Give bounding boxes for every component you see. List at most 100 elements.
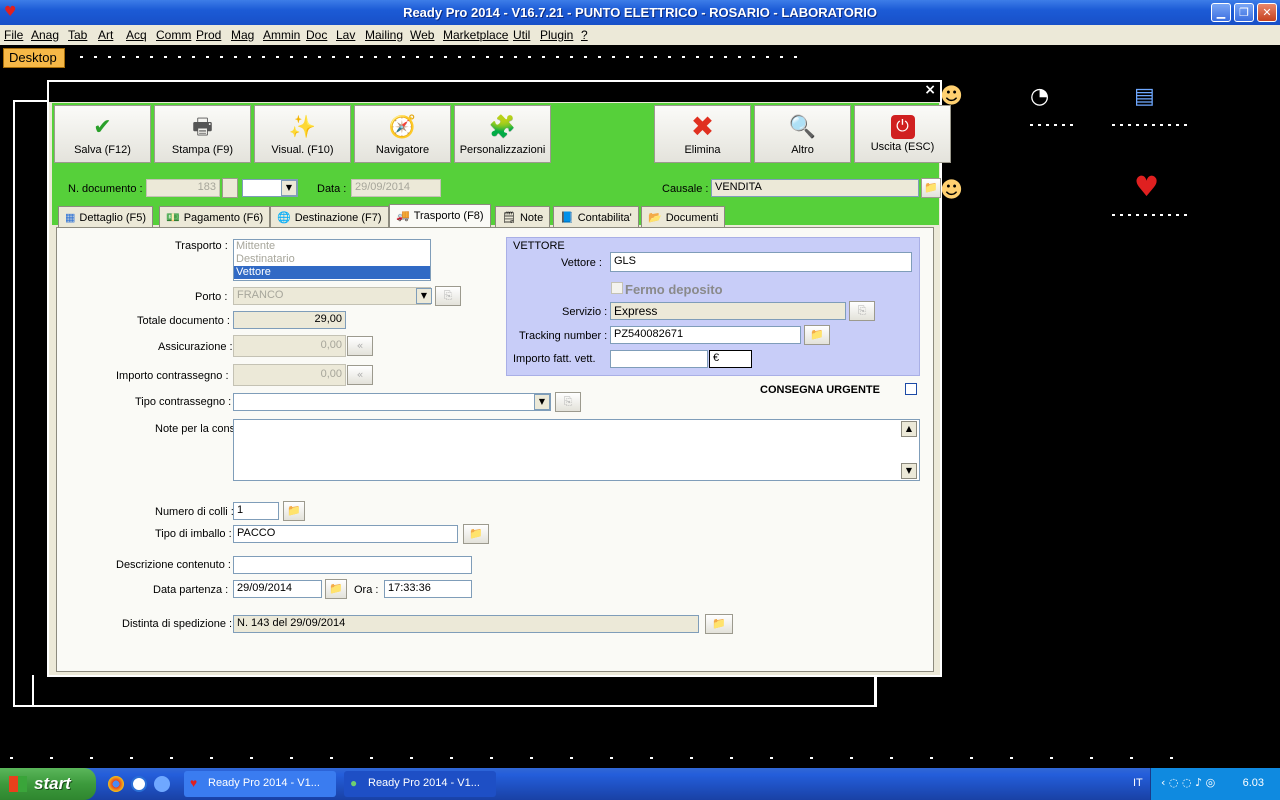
menu-file[interactable]: File	[4, 28, 23, 42]
taskbar-app-readypro-1[interactable]: ♥ Ready Pro 2014 - V1...	[184, 771, 336, 797]
descrizione-field[interactable]	[233, 556, 472, 574]
minimize-button[interactable]: ▁	[1211, 3, 1231, 22]
tab-trasporto[interactable]: 🚚 Trasporto (F8)	[389, 204, 491, 228]
quicklaunch-icon[interactable]	[154, 776, 170, 792]
menu-prod[interactable]: Prod	[196, 28, 221, 42]
servizio-action-button[interactable]: ⎘	[849, 301, 875, 321]
imballo-field[interactable]: PACCO	[233, 525, 458, 543]
scroll-down-button[interactable]: ▼	[901, 463, 917, 479]
view-button[interactable]: ✨ Visual. (F10)	[254, 105, 351, 163]
desktop-tab[interactable]: Desktop	[3, 48, 65, 68]
importo-vett-field[interactable]	[610, 350, 708, 368]
menu-tab[interactable]: Tab	[68, 28, 87, 42]
porto-action-button[interactable]: ⎘	[435, 286, 461, 306]
puzzle-icon: 🧩	[488, 114, 517, 139]
series-dropdown-button[interactable]: ▼	[281, 180, 297, 196]
porto-dropdown-button[interactable]: ▼	[416, 288, 432, 304]
menu-acq[interactable]: Acq	[126, 28, 147, 42]
menu-mag[interactable]: Mag	[231, 28, 254, 42]
tab-contabilita[interactable]: 📘 Contabilita'	[553, 206, 639, 228]
tipo-contrassegno-action[interactable]: ⎘	[555, 392, 581, 412]
assicurazione-calc-button[interactable]: «	[347, 336, 373, 356]
menu-ammin[interactable]: Ammin	[263, 28, 300, 42]
tab-dettaglio-label: Dettaglio (F5)	[79, 212, 147, 224]
exit-label: Uscita (ESC)	[870, 141, 935, 153]
currency-field[interactable]: €	[709, 350, 752, 368]
option-destinatario[interactable]: Destinatario	[234, 253, 430, 266]
tab-destinazione-label: Destinazione (F7)	[294, 212, 382, 224]
ora-field[interactable]: 17:33:36	[384, 580, 472, 598]
porto-label: Porto :	[195, 291, 228, 303]
ndoc-spin-button[interactable]	[222, 178, 238, 198]
menu-lav[interactable]: Lav	[336, 28, 355, 42]
colli-field[interactable]: 1	[233, 502, 279, 520]
teamviewer-icon[interactable]	[131, 776, 147, 792]
causale-field[interactable]: VENDITA	[711, 179, 919, 197]
exit-power-icon: ⏻	[890, 115, 915, 139]
tab-note[interactable]: 🗒 Note	[495, 206, 551, 228]
menu-art[interactable]: Art	[98, 28, 113, 42]
taskbar-app-readypro-2[interactable]: ● Ready Pro 2014 - V1...	[344, 771, 496, 797]
menu-plugin[interactable]: Plugin	[540, 28, 573, 42]
printer-desktop-icon: ▤	[1134, 84, 1155, 109]
start-button[interactable]: start	[0, 768, 96, 800]
tab-pagamento[interactable]: 💵 Pagamento (F6)	[159, 206, 271, 228]
tray-icons[interactable]: ‹ ◌ ◌ ♪ ◎	[1161, 776, 1215, 789]
causale-folder-button[interactable]: 📁	[921, 178, 941, 198]
option-mittente[interactable]: Mittente	[234, 240, 430, 253]
option-vettore[interactable]: Vettore	[234, 266, 430, 279]
totale-field: 29,00	[233, 311, 346, 329]
contrassegno-calc-button[interactable]: «	[347, 365, 373, 385]
date-field[interactable]: 29/09/2014	[351, 179, 441, 197]
menu-util[interactable]: Util	[513, 28, 530, 42]
vettore-field[interactable]: GLS	[610, 252, 912, 272]
dialog-close-button[interactable]: ×	[924, 82, 936, 98]
servizio-field[interactable]: Express	[610, 302, 846, 320]
imballo-folder-button[interactable]: 📁	[463, 524, 489, 544]
tab-destinazione[interactable]: 🌐 Destinazione (F7)	[270, 206, 389, 228]
tipo-contrassegno-select[interactable]	[233, 393, 551, 411]
exit-button[interactable]: ⏻ Uscita (ESC)	[854, 105, 951, 163]
data-partenza-calendar-button[interactable]: 📁	[325, 579, 347, 599]
contrassegno-field[interactable]: 0,00	[233, 364, 346, 386]
tracking-folder-button[interactable]: 📁	[804, 325, 830, 345]
menu-help[interactable]: ?	[581, 28, 588, 42]
menu-web[interactable]: Web	[410, 28, 434, 42]
navigator-button[interactable]: 🧭 Navigatore	[354, 105, 451, 163]
chrome-icon[interactable]	[108, 776, 124, 792]
assicurazione-field[interactable]: 0,00	[233, 335, 346, 357]
contrassegno-label: Importo contrassegno :	[116, 370, 229, 382]
delete-label: Elimina	[684, 144, 721, 156]
view-label: Visual. (F10)	[271, 144, 334, 156]
maximize-button[interactable]: ❐	[1234, 3, 1254, 22]
tipo-contrassegno-dropdown[interactable]: ▼	[534, 394, 550, 410]
data-partenza-field[interactable]: 29/09/2014	[233, 580, 322, 598]
tab-documenti[interactable]: 📂 Documenti	[641, 206, 726, 228]
more-button[interactable]: 🔍 Altro	[754, 105, 851, 163]
porto-select[interactable]: FRANCO	[233, 287, 431, 305]
distinta-field: N. 143 del 29/09/2014	[233, 615, 699, 633]
distinta-folder-button[interactable]: 📁	[705, 614, 733, 634]
note-consegna-textarea[interactable]	[233, 419, 920, 481]
toolbar-strip-dots	[80, 56, 800, 58]
menu-anag[interactable]: Anag	[31, 28, 59, 42]
close-button[interactable]: ✕	[1257, 3, 1277, 22]
menu-doc[interactable]: Doc	[306, 28, 327, 42]
tab-dettaglio[interactable]: ▦ Dettaglio (F5)	[58, 206, 154, 228]
trasporto-list[interactable]: Mittente Destinatario Vettore	[233, 239, 431, 281]
colli-folder-button[interactable]: 📁	[283, 501, 305, 521]
desktop-bottom-dots	[10, 757, 1200, 759]
fermo-deposito-checkbox[interactable]	[611, 282, 623, 294]
menu-comm[interactable]: Comm	[156, 28, 191, 42]
tracking-field[interactable]: PZ540082671	[610, 326, 801, 344]
consegna-urgente-checkbox[interactable]	[905, 383, 917, 395]
customize-button[interactable]: 🧩 Personalizzazioni	[454, 105, 551, 163]
delete-button[interactable]: ✖ Elimina	[654, 105, 751, 163]
menu-mailing[interactable]: Mailing	[365, 28, 403, 42]
save-button[interactable]: ✔ Salva (F12)	[54, 105, 151, 163]
language-indicator[interactable]: IT	[1133, 777, 1143, 789]
ndoc-field[interactable]: 183	[146, 179, 220, 197]
scroll-up-button[interactable]: ▲	[901, 421, 917, 437]
menu-marketplace[interactable]: Marketplace	[443, 28, 508, 42]
print-button[interactable]: 🖶 Stampa (F9)	[154, 105, 251, 163]
